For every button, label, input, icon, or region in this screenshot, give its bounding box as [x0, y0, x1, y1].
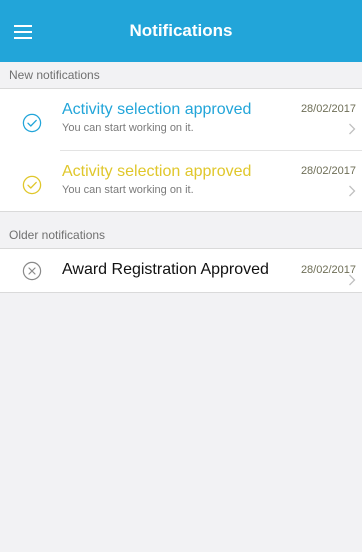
notification-date: 28/02/2017	[300, 103, 356, 115]
chevron-right-icon	[349, 123, 356, 135]
app-header: Notifications	[0, 0, 362, 62]
app: Notifications New notifications Activity…	[0, 0, 362, 552]
new-notifications-list: Activity selection approved You can star…	[0, 88, 362, 212]
page-title: Notifications	[129, 21, 233, 40]
notification-row[interactable]: Activity selection approved You can star…	[0, 151, 362, 213]
notification-subtitle: You can start working on it.	[62, 184, 194, 196]
older-notifications-list: Award Registration Approved 28/02/2017	[0, 248, 362, 293]
notification-subtitle: You can start working on it.	[62, 122, 194, 134]
notification-title: Award Registration Approved	[62, 261, 269, 278]
notification-title: Activity selection approved	[62, 101, 252, 118]
notification-date: 28/02/2017	[300, 165, 356, 177]
section-header-new: New notifications	[0, 62, 362, 88]
notification-title: Activity selection approved	[62, 163, 252, 180]
close-circle-icon	[22, 261, 42, 281]
check-circle-icon	[22, 175, 42, 195]
notification-row[interactable]: Award Registration Approved 28/02/2017	[0, 249, 362, 294]
section-header-older: Older notifications	[0, 222, 362, 248]
chevron-right-icon	[349, 274, 356, 286]
chevron-right-icon	[349, 185, 356, 197]
check-circle-icon	[22, 113, 42, 133]
notification-row[interactable]: Activity selection approved You can star…	[0, 89, 362, 151]
